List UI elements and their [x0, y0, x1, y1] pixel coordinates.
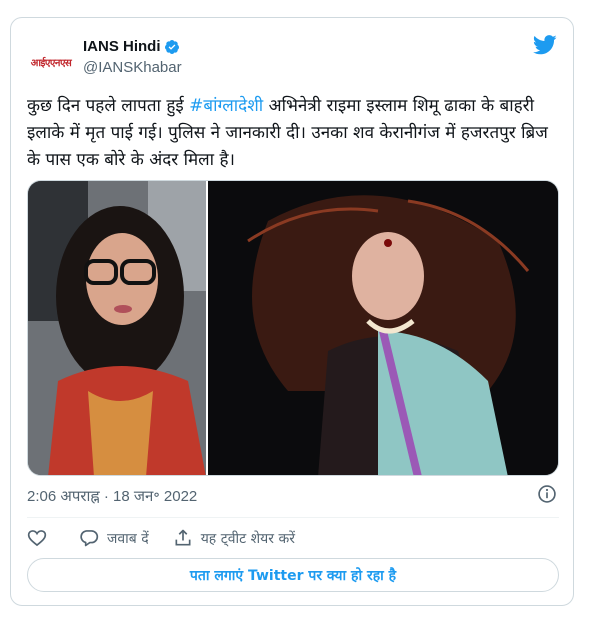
twitter-bird-icon[interactable]: [533, 34, 557, 56]
share-label: यह ट्वीट शेयर करें: [200, 530, 295, 547]
photo-left-illustration: [28, 181, 206, 475]
like-button[interactable]: [27, 528, 55, 548]
author-handle[interactable]: @IANSKhabar: [83, 59, 182, 76]
tweet-media[interactable]: [27, 180, 559, 476]
tweet-card[interactable]: आईएएनएस IANS Hindi @IANSKhabar कुछ दिन प…: [10, 17, 574, 606]
info-icon[interactable]: [537, 484, 557, 504]
tweet-text-part: कुछ दिन पहले लापता हुई: [27, 96, 190, 116]
media-photo-left[interactable]: [28, 181, 206, 475]
tweet-text: कुछ दिन पहले लापता हुई #बांग्लादेशी अभिन…: [27, 93, 559, 174]
share-icon: [175, 529, 191, 546]
reply-icon: [80, 530, 99, 547]
reply-button[interactable]: जवाब दें: [79, 528, 149, 548]
tweet-timestamp[interactable]: 2:06 अपराह्न · 18 जन॰ 2022: [27, 486, 197, 506]
hashtag-link[interactable]: #बांग्लादेशी: [189, 96, 263, 116]
heart-icon: [27, 530, 47, 547]
reply-label: जवाब दें: [107, 530, 149, 547]
author-name-row[interactable]: IANS Hindi: [83, 38, 180, 55]
photo-right-illustration: [208, 181, 558, 475]
explore-twitter-button[interactable]: पता लगाएं Twitter पर क्या हो रहा है: [27, 558, 559, 592]
avatar-logo-text: आईएएनएस: [30, 58, 72, 69]
media-photo-right[interactable]: [208, 181, 558, 475]
tweet-actions: जवाब दें यह ट्वीट शेयर करें: [27, 526, 319, 550]
avatar[interactable]: आईएएनएस: [27, 38, 75, 86]
verified-badge-icon: [164, 39, 179, 54]
share-button[interactable]: यह ट्वीट शेयर करें: [173, 528, 295, 548]
divider: [27, 517, 559, 518]
author-display-name[interactable]: IANS Hindi: [83, 38, 161, 55]
